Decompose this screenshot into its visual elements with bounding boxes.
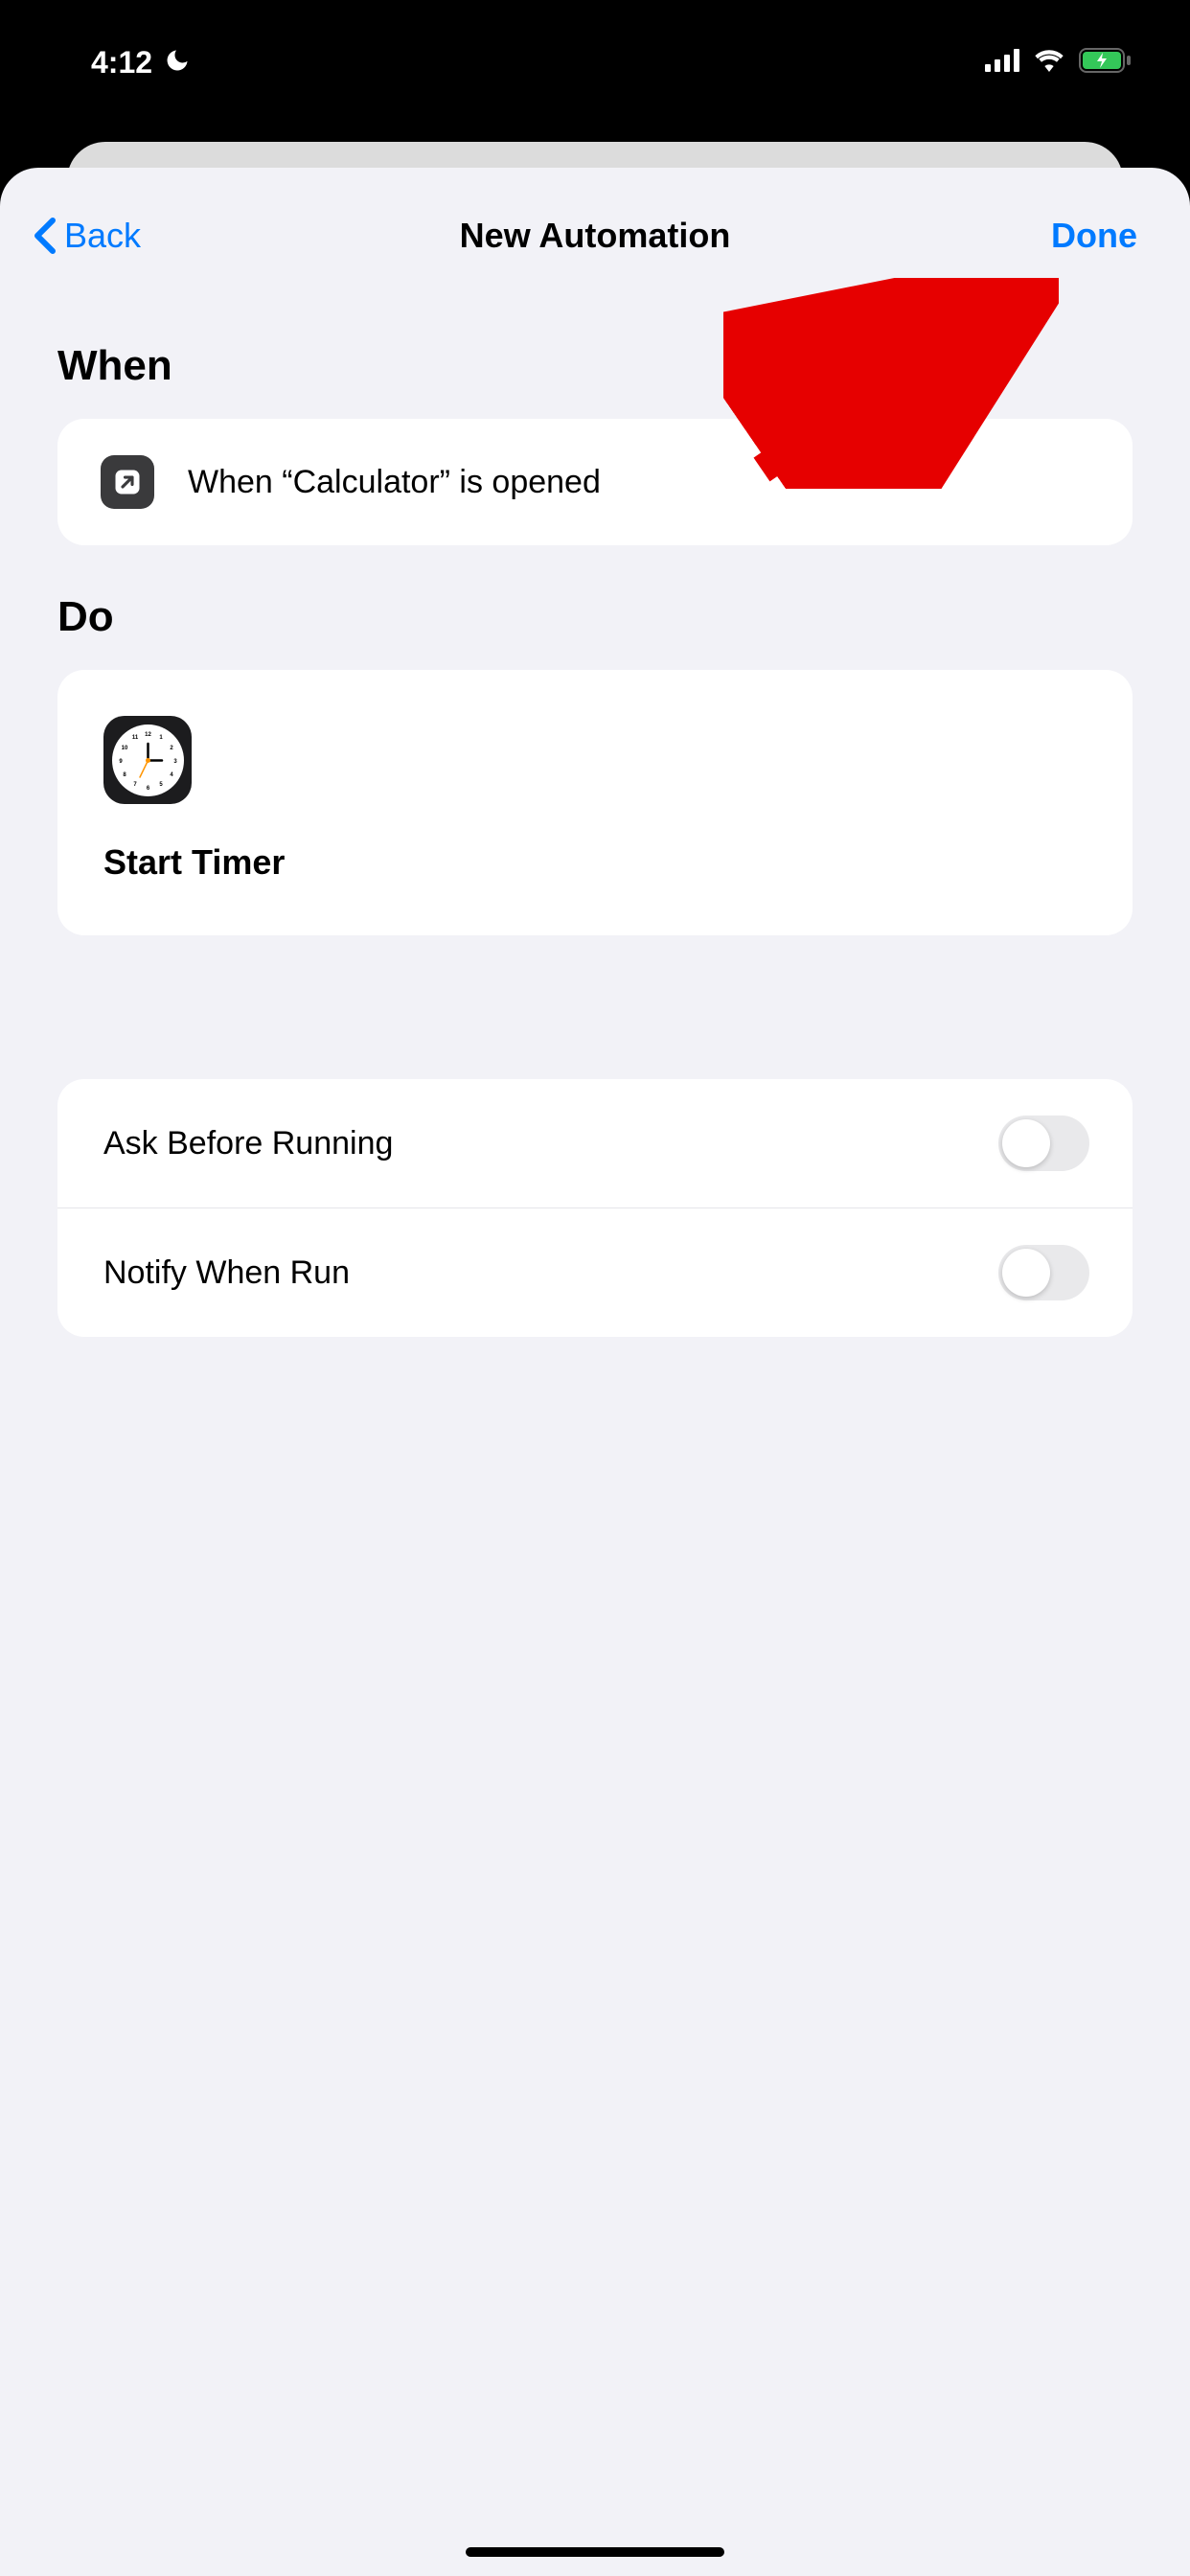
svg-text:2: 2 [170,746,173,751]
moon-icon [164,47,191,79]
back-label: Back [64,216,141,256]
svg-text:11: 11 [131,735,138,741]
svg-text:6: 6 [146,786,149,792]
when-section-header: When [0,294,1190,419]
cellular-signal-icon [985,49,1019,77]
page-title: New Automation [460,216,731,256]
app-open-icon [101,455,154,509]
svg-text:4: 4 [170,772,173,778]
action-title: Start Timer [103,842,1087,883]
home-indicator[interactable] [466,2547,724,2557]
settings-card: Ask Before Running Notify When Run [57,1079,1133,1337]
toggle-knob [1002,1249,1050,1297]
chevron-left-icon [34,217,57,255]
when-trigger-card[interactable]: When “Calculator” is opened [57,419,1133,545]
when-trigger-text: When “Calculator” is opened [188,464,601,501]
ask-before-running-toggle[interactable] [998,1116,1089,1171]
svg-text:5: 5 [159,782,163,788]
svg-text:8: 8 [123,772,126,778]
svg-text:10: 10 [121,746,127,751]
toggle-knob [1002,1119,1050,1167]
svg-text:9: 9 [119,759,123,765]
back-button[interactable]: Back [34,216,141,256]
svg-text:12: 12 [145,732,151,738]
navigation-bar: Back New Automation Done [0,168,1190,294]
svg-text:7: 7 [133,782,137,788]
status-bar: 4:12 [0,0,1190,105]
svg-text:3: 3 [173,759,177,765]
clock-face-icon: 12 1 2 3 4 5 6 7 8 9 10 11 [112,724,184,796]
notify-when-run-label: Notify When Run [103,1254,350,1292]
done-button[interactable]: Done [1051,216,1137,256]
wifi-icon [1034,49,1064,77]
ask-before-running-row: Ask Before Running [57,1079,1133,1208]
status-time: 4:12 [91,45,152,80]
svg-text:1: 1 [159,735,163,741]
notify-when-run-toggle[interactable] [998,1245,1089,1300]
clock-app-icon: 12 1 2 3 4 5 6 7 8 9 10 11 [103,716,192,804]
do-action-card[interactable]: 12 1 2 3 4 5 6 7 8 9 10 11 [57,670,1133,935]
ask-before-running-label: Ask Before Running [103,1125,393,1162]
battery-charging-icon [1079,48,1133,78]
notify-when-run-row: Notify When Run [57,1208,1133,1337]
do-section-header: Do [0,545,1190,670]
automation-sheet: Back New Automation Done When When “Calc… [0,168,1190,2576]
